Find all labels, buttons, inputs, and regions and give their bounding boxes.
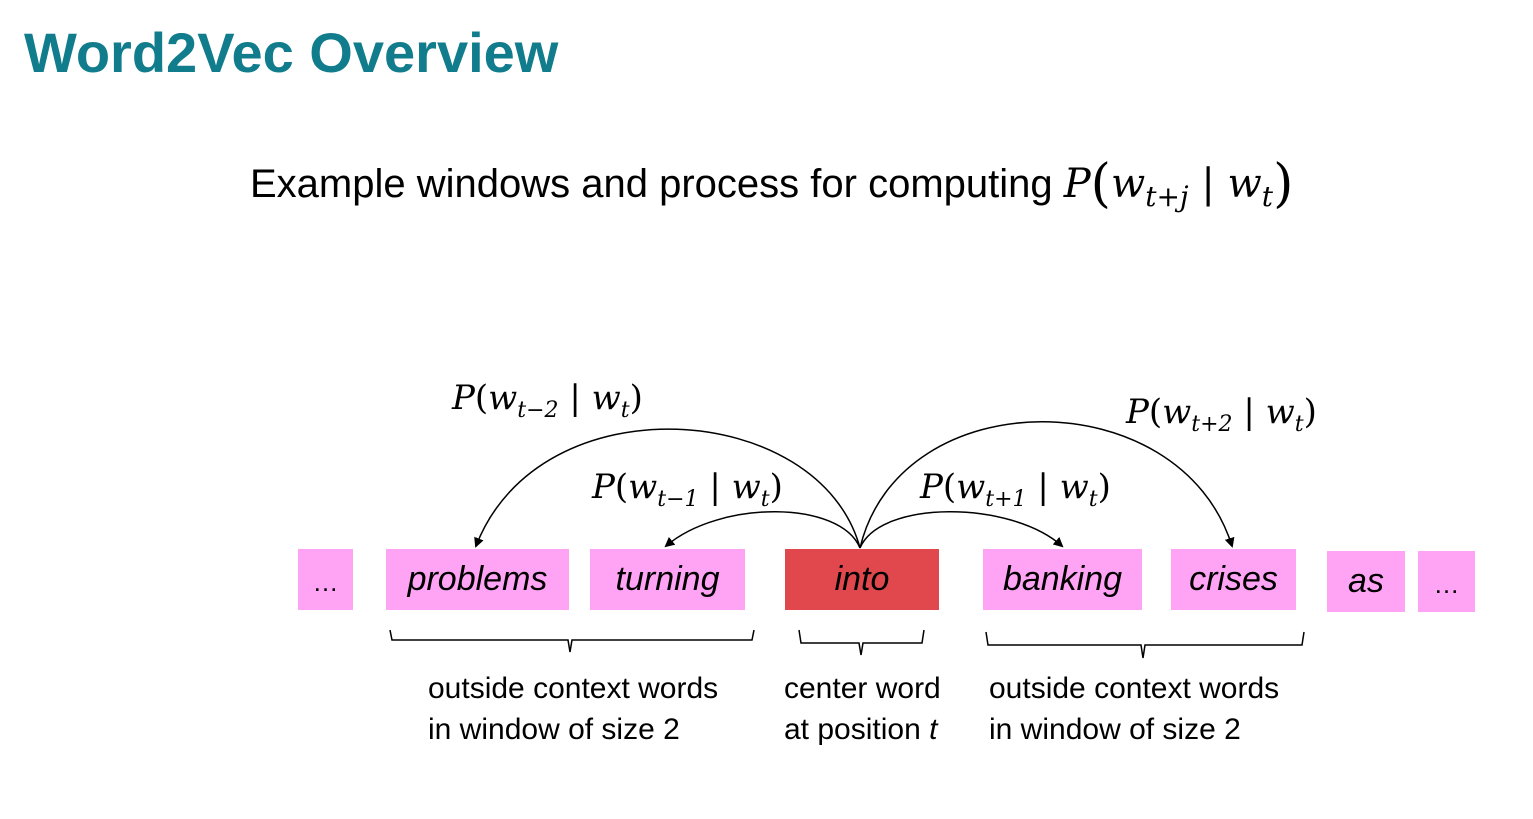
word-box-banking: banking xyxy=(983,549,1142,610)
word-box-problems: problems xyxy=(386,549,569,610)
word-box-ellipsis-right: … xyxy=(1418,551,1475,612)
prob-label-t-minus-1: P(wt−1 | wt) xyxy=(592,467,783,512)
word-box-crises: crises xyxy=(1171,549,1296,610)
word-box-ellipsis-left: … xyxy=(298,549,353,610)
prob-label-t-minus-2: P(wt−2 | wt) xyxy=(452,378,643,423)
brace-center xyxy=(798,629,925,656)
word-box-turning: turning xyxy=(590,549,745,610)
brace-right xyxy=(985,631,1305,659)
prob-label-t-plus-2: P(wt+2 | wt) xyxy=(1126,392,1317,437)
word-box-into-center: into xyxy=(785,549,939,610)
brace-left xyxy=(389,629,755,653)
prob-label-t-plus-1: P(wt+1 | wt) xyxy=(920,467,1111,512)
caption-right-context: outside context words in window of size … xyxy=(989,672,1280,746)
caption-center-word: center word at position t xyxy=(784,672,941,746)
word-box-as: as xyxy=(1327,551,1405,612)
arrow-t-plus-1 xyxy=(859,511,1064,549)
arrow-t-minus-1 xyxy=(664,511,861,549)
caption-left-context: outside context words in window of size … xyxy=(428,672,719,746)
